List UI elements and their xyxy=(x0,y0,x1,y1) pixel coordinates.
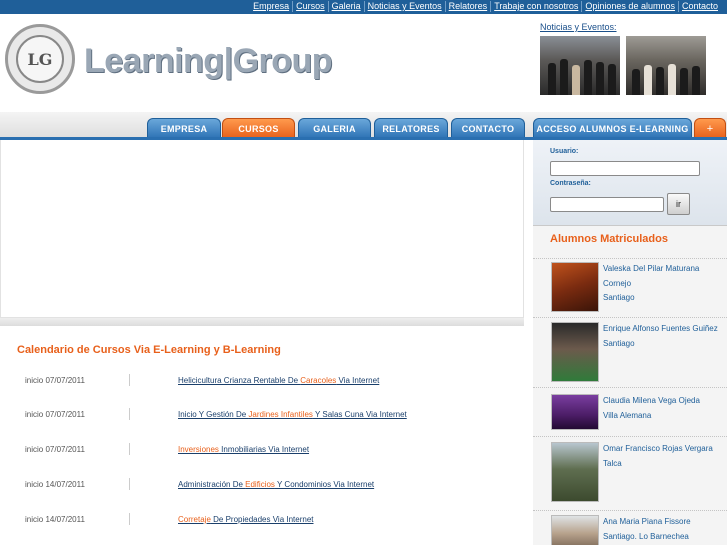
list-item: Valeska Del Pilar Maturana Cornejo Santi… xyxy=(533,258,727,316)
student-name[interactable]: Ana Maria Piana Fissore xyxy=(603,515,723,530)
course-date: inicio 07/07/2011 xyxy=(25,410,85,419)
logo-monogram: LG xyxy=(16,35,64,83)
site-header: LG Learning|Group Noticias y Eventos: xyxy=(0,14,727,112)
student-info: Ana Maria Piana Fissore Santiago. Lo Bar… xyxy=(603,515,723,544)
tab-contacto[interactable]: CONTACTO xyxy=(451,118,525,138)
top-nav-bar: Empresa Cursos Galeria Noticias y Evento… xyxy=(0,0,727,14)
list-item: inicio 14/07/2011 Administración De Edif… xyxy=(0,478,524,500)
user-label: Usuario: xyxy=(550,148,579,155)
list-item: Omar Francisco Rojas Vergara Talca xyxy=(533,436,727,508)
plus-icon[interactable]: + xyxy=(694,118,726,138)
student-city: Villa Alemana xyxy=(603,410,652,420)
tab-empresa[interactable]: EMPRESA xyxy=(147,118,221,138)
top-nav-empresa[interactable]: Empresa xyxy=(250,1,292,12)
password-label: Contraseña: xyxy=(550,180,591,187)
course-link[interactable]: Helicicultura Crianza Rentable De Caraco… xyxy=(178,376,379,385)
course-link[interactable]: Corretaje De Propiedades Via Internet xyxy=(178,515,314,524)
student-city: Santiago xyxy=(603,293,635,302)
avatar[interactable] xyxy=(551,442,599,502)
list-item: Enrique Alfonso Fuentes Guiñez Santiago xyxy=(533,317,727,385)
course-date: inicio 14/07/2011 xyxy=(25,515,85,524)
top-nav-noticias[interactable]: Noticias y Eventos xyxy=(363,1,445,12)
student-city: Talca xyxy=(603,458,622,468)
tab-cursos[interactable]: CURSOS xyxy=(222,118,295,138)
course-link[interactable]: Administración De Edificios Y Condominio… xyxy=(178,480,374,489)
student-name[interactable]: Claudia Milena Vega Ojeda xyxy=(603,394,723,409)
news-photo-2[interactable] xyxy=(626,36,706,95)
avatar[interactable] xyxy=(551,515,599,545)
divider xyxy=(129,408,130,420)
student-info: Enrique Alfonso Fuentes Guiñez Santiago xyxy=(603,322,723,351)
divider xyxy=(129,443,130,455)
user-field[interactable] xyxy=(550,161,700,176)
avatar[interactable] xyxy=(551,262,599,312)
news-events-link[interactable]: Noticias y Eventos: xyxy=(540,22,617,32)
student-name[interactable]: Enrique Alfonso Fuentes Guiñez xyxy=(603,322,723,337)
divider xyxy=(129,374,130,386)
login-panel: Usuario: Contraseña: ir xyxy=(533,140,727,226)
logo-wordmark[interactable]: Learning|Group xyxy=(84,42,333,81)
tab-acceso-alumnos[interactable]: ACCESO ALUMNOS E-LEARNING xyxy=(533,118,692,138)
list-item: Ana Maria Piana Fissore Santiago. Lo Bar… xyxy=(533,510,727,545)
course-link[interactable]: Inversiones Inmobiliarias Via Internet xyxy=(178,445,309,454)
student-city: Santiago. Lo Barnechea xyxy=(603,531,689,541)
login-submit-button[interactable]: ir xyxy=(667,193,690,215)
course-date: inicio 07/07/2011 xyxy=(25,376,85,385)
student-info: Omar Francisco Rojas Vergara Talca xyxy=(603,442,723,471)
top-nav-contacto[interactable]: Contacto xyxy=(677,1,721,12)
course-date: inicio 07/07/2011 xyxy=(25,445,85,454)
avatar[interactable] xyxy=(551,394,599,430)
top-nav: Empresa Cursos Galeria Noticias y Evento… xyxy=(250,1,721,12)
course-date: inicio 14/07/2011 xyxy=(25,480,85,489)
student-info: Valeska Del Pilar Maturana Cornejo Santi… xyxy=(603,262,723,306)
news-photo-1[interactable] xyxy=(540,36,620,95)
list-item: inicio 07/07/2011 Inversiones Inmobiliar… xyxy=(0,443,524,465)
student-name[interactable]: Omar Francisco Rojas Vergara xyxy=(603,442,723,457)
list-item: Claudia Milena Vega Ojeda Villa Alemana xyxy=(533,387,727,435)
top-nav-trabaje[interactable]: Trabaje con nosotros xyxy=(490,1,581,12)
list-item: inicio 07/07/2011 Inicio Y Gestión De Ja… xyxy=(0,408,524,430)
divider xyxy=(129,513,130,525)
top-nav-relatores[interactable]: Relatores xyxy=(444,1,491,12)
banner-area xyxy=(0,140,524,318)
course-link[interactable]: Inicio Y Gestión De Jardines Infantiles … xyxy=(178,410,407,419)
top-nav-opiniones[interactable]: Opiniones de alumnos xyxy=(581,1,678,12)
student-name[interactable]: Valeska Del Pilar Maturana Cornejo xyxy=(603,262,723,291)
tab-relatores[interactable]: RELATORES xyxy=(374,118,448,138)
top-nav-galeria[interactable]: Galeria xyxy=(327,1,364,12)
avatar[interactable] xyxy=(551,322,599,382)
section-divider xyxy=(0,318,524,326)
password-field[interactable] xyxy=(550,197,664,212)
student-city: Santiago xyxy=(603,338,635,348)
tab-galeria[interactable]: GALERIA xyxy=(298,118,371,138)
divider xyxy=(129,478,130,490)
list-item: inicio 07/07/2011 Helicicultura Crianza … xyxy=(0,374,524,396)
enrolled-title: Alumnos Matriculados xyxy=(550,233,668,245)
top-nav-cursos[interactable]: Cursos xyxy=(292,1,328,12)
list-item: inicio 14/07/2011 Corretaje De Propiedad… xyxy=(0,513,524,535)
calendar-title: Calendario de Cursos Via E-Learning y B-… xyxy=(17,344,281,356)
student-info: Claudia Milena Vega Ojeda Villa Alemana xyxy=(603,394,723,423)
logo-seal[interactable]: LG xyxy=(5,24,75,94)
